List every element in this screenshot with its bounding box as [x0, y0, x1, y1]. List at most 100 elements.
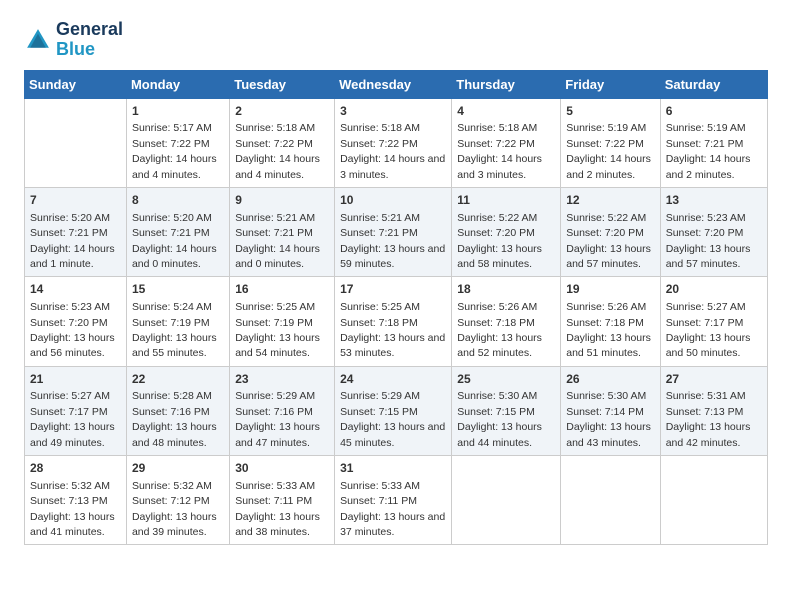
day-info: Sunrise: 5:19 AMSunset: 7:22 PMDaylight:… — [566, 122, 651, 180]
calendar-cell: 28 Sunrise: 5:32 AMSunset: 7:13 PMDaylig… — [25, 456, 127, 545]
day-number: 30 — [235, 460, 329, 477]
day-info: Sunrise: 5:18 AMSunset: 7:22 PMDaylight:… — [235, 122, 320, 180]
day-number: 26 — [566, 371, 654, 388]
calendar-cell: 21 Sunrise: 5:27 AMSunset: 7:17 PMDaylig… — [25, 366, 127, 455]
calendar-cell — [660, 456, 767, 545]
calendar-cell: 7 Sunrise: 5:20 AMSunset: 7:21 PMDayligh… — [25, 187, 127, 276]
day-info: Sunrise: 5:25 AMSunset: 7:18 PMDaylight:… — [340, 301, 445, 359]
day-number: 21 — [30, 371, 121, 388]
day-info: Sunrise: 5:31 AMSunset: 7:13 PMDaylight:… — [666, 390, 751, 448]
day-number: 2 — [235, 103, 329, 120]
day-info: Sunrise: 5:26 AMSunset: 7:18 PMDaylight:… — [457, 301, 542, 359]
day-info: Sunrise: 5:22 AMSunset: 7:20 PMDaylight:… — [566, 212, 651, 270]
day-number: 12 — [566, 192, 654, 209]
day-number: 1 — [132, 103, 224, 120]
day-number: 18 — [457, 281, 555, 298]
calendar-cell: 3 Sunrise: 5:18 AMSunset: 7:22 PMDayligh… — [335, 98, 452, 187]
day-number: 14 — [30, 281, 121, 298]
day-number: 24 — [340, 371, 446, 388]
calendar-cell: 12 Sunrise: 5:22 AMSunset: 7:20 PMDaylig… — [561, 187, 660, 276]
day-info: Sunrise: 5:29 AMSunset: 7:15 PMDaylight:… — [340, 390, 445, 448]
day-info: Sunrise: 5:30 AMSunset: 7:14 PMDaylight:… — [566, 390, 651, 448]
calendar-cell: 26 Sunrise: 5:30 AMSunset: 7:14 PMDaylig… — [561, 366, 660, 455]
day-number: 3 — [340, 103, 446, 120]
calendar-cell: 15 Sunrise: 5:24 AMSunset: 7:19 PMDaylig… — [126, 277, 229, 366]
calendar-cell: 6 Sunrise: 5:19 AMSunset: 7:21 PMDayligh… — [660, 98, 767, 187]
day-header-wednesday: Wednesday — [335, 70, 452, 98]
day-number: 22 — [132, 371, 224, 388]
logo-text: GeneralBlue — [56, 20, 123, 60]
calendar-cell: 18 Sunrise: 5:26 AMSunset: 7:18 PMDaylig… — [452, 277, 561, 366]
calendar-cell: 22 Sunrise: 5:28 AMSunset: 7:16 PMDaylig… — [126, 366, 229, 455]
day-number: 11 — [457, 192, 555, 209]
day-number: 7 — [30, 192, 121, 209]
calendar-cell: 20 Sunrise: 5:27 AMSunset: 7:17 PMDaylig… — [660, 277, 767, 366]
calendar-cell: 13 Sunrise: 5:23 AMSunset: 7:20 PMDaylig… — [660, 187, 767, 276]
day-info: Sunrise: 5:19 AMSunset: 7:21 PMDaylight:… — [666, 122, 751, 180]
day-header-tuesday: Tuesday — [230, 70, 335, 98]
calendar-week-row: 1 Sunrise: 5:17 AMSunset: 7:22 PMDayligh… — [25, 98, 768, 187]
page-header: GeneralBlue — [24, 20, 768, 60]
logo: GeneralBlue — [24, 20, 123, 60]
day-info: Sunrise: 5:17 AMSunset: 7:22 PMDaylight:… — [132, 122, 217, 180]
day-number: 28 — [30, 460, 121, 477]
day-number: 17 — [340, 281, 446, 298]
day-info: Sunrise: 5:22 AMSunset: 7:20 PMDaylight:… — [457, 212, 542, 270]
day-info: Sunrise: 5:26 AMSunset: 7:18 PMDaylight:… — [566, 301, 651, 359]
calendar-cell: 1 Sunrise: 5:17 AMSunset: 7:22 PMDayligh… — [126, 98, 229, 187]
calendar-cell: 24 Sunrise: 5:29 AMSunset: 7:15 PMDaylig… — [335, 366, 452, 455]
calendar-cell: 27 Sunrise: 5:31 AMSunset: 7:13 PMDaylig… — [660, 366, 767, 455]
day-number: 20 — [666, 281, 762, 298]
day-info: Sunrise: 5:24 AMSunset: 7:19 PMDaylight:… — [132, 301, 217, 359]
calendar-cell: 31 Sunrise: 5:33 AMSunset: 7:11 PMDaylig… — [335, 456, 452, 545]
calendar-header-row: SundayMondayTuesdayWednesdayThursdayFrid… — [25, 70, 768, 98]
day-info: Sunrise: 5:28 AMSunset: 7:16 PMDaylight:… — [132, 390, 217, 448]
day-info: Sunrise: 5:23 AMSunset: 7:20 PMDaylight:… — [30, 301, 115, 359]
calendar-cell: 2 Sunrise: 5:18 AMSunset: 7:22 PMDayligh… — [230, 98, 335, 187]
day-number: 10 — [340, 192, 446, 209]
calendar-cell — [452, 456, 561, 545]
day-info: Sunrise: 5:27 AMSunset: 7:17 PMDaylight:… — [666, 301, 751, 359]
calendar-cell: 16 Sunrise: 5:25 AMSunset: 7:19 PMDaylig… — [230, 277, 335, 366]
day-info: Sunrise: 5:18 AMSunset: 7:22 PMDaylight:… — [340, 122, 445, 180]
day-info: Sunrise: 5:33 AMSunset: 7:11 PMDaylight:… — [235, 480, 320, 538]
day-header-saturday: Saturday — [660, 70, 767, 98]
day-info: Sunrise: 5:32 AMSunset: 7:13 PMDaylight:… — [30, 480, 115, 538]
calendar-cell: 4 Sunrise: 5:18 AMSunset: 7:22 PMDayligh… — [452, 98, 561, 187]
calendar-cell: 9 Sunrise: 5:21 AMSunset: 7:21 PMDayligh… — [230, 187, 335, 276]
day-number: 6 — [666, 103, 762, 120]
calendar-cell: 8 Sunrise: 5:20 AMSunset: 7:21 PMDayligh… — [126, 187, 229, 276]
day-info: Sunrise: 5:32 AMSunset: 7:12 PMDaylight:… — [132, 480, 217, 538]
calendar-body: 1 Sunrise: 5:17 AMSunset: 7:22 PMDayligh… — [25, 98, 768, 545]
calendar-week-row: 28 Sunrise: 5:32 AMSunset: 7:13 PMDaylig… — [25, 456, 768, 545]
calendar-cell: 23 Sunrise: 5:29 AMSunset: 7:16 PMDaylig… — [230, 366, 335, 455]
day-number: 5 — [566, 103, 654, 120]
logo-icon — [24, 26, 52, 54]
calendar-cell: 17 Sunrise: 5:25 AMSunset: 7:18 PMDaylig… — [335, 277, 452, 366]
day-info: Sunrise: 5:23 AMSunset: 7:20 PMDaylight:… — [666, 212, 751, 270]
day-number: 4 — [457, 103, 555, 120]
day-info: Sunrise: 5:25 AMSunset: 7:19 PMDaylight:… — [235, 301, 320, 359]
day-number: 8 — [132, 192, 224, 209]
day-info: Sunrise: 5:18 AMSunset: 7:22 PMDaylight:… — [457, 122, 542, 180]
day-number: 9 — [235, 192, 329, 209]
day-number: 31 — [340, 460, 446, 477]
calendar-week-row: 14 Sunrise: 5:23 AMSunset: 7:20 PMDaylig… — [25, 277, 768, 366]
day-info: Sunrise: 5:29 AMSunset: 7:16 PMDaylight:… — [235, 390, 320, 448]
day-header-sunday: Sunday — [25, 70, 127, 98]
day-info: Sunrise: 5:33 AMSunset: 7:11 PMDaylight:… — [340, 480, 445, 538]
day-info: Sunrise: 5:21 AMSunset: 7:21 PMDaylight:… — [340, 212, 445, 270]
day-info: Sunrise: 5:27 AMSunset: 7:17 PMDaylight:… — [30, 390, 115, 448]
day-header-friday: Friday — [561, 70, 660, 98]
calendar-cell: 19 Sunrise: 5:26 AMSunset: 7:18 PMDaylig… — [561, 277, 660, 366]
day-number: 16 — [235, 281, 329, 298]
calendar-week-row: 7 Sunrise: 5:20 AMSunset: 7:21 PMDayligh… — [25, 187, 768, 276]
calendar-cell: 25 Sunrise: 5:30 AMSunset: 7:15 PMDaylig… — [452, 366, 561, 455]
calendar-cell: 10 Sunrise: 5:21 AMSunset: 7:21 PMDaylig… — [335, 187, 452, 276]
day-number: 29 — [132, 460, 224, 477]
calendar-cell — [25, 98, 127, 187]
day-info: Sunrise: 5:30 AMSunset: 7:15 PMDaylight:… — [457, 390, 542, 448]
calendar-cell — [561, 456, 660, 545]
calendar-cell: 14 Sunrise: 5:23 AMSunset: 7:20 PMDaylig… — [25, 277, 127, 366]
day-header-monday: Monday — [126, 70, 229, 98]
